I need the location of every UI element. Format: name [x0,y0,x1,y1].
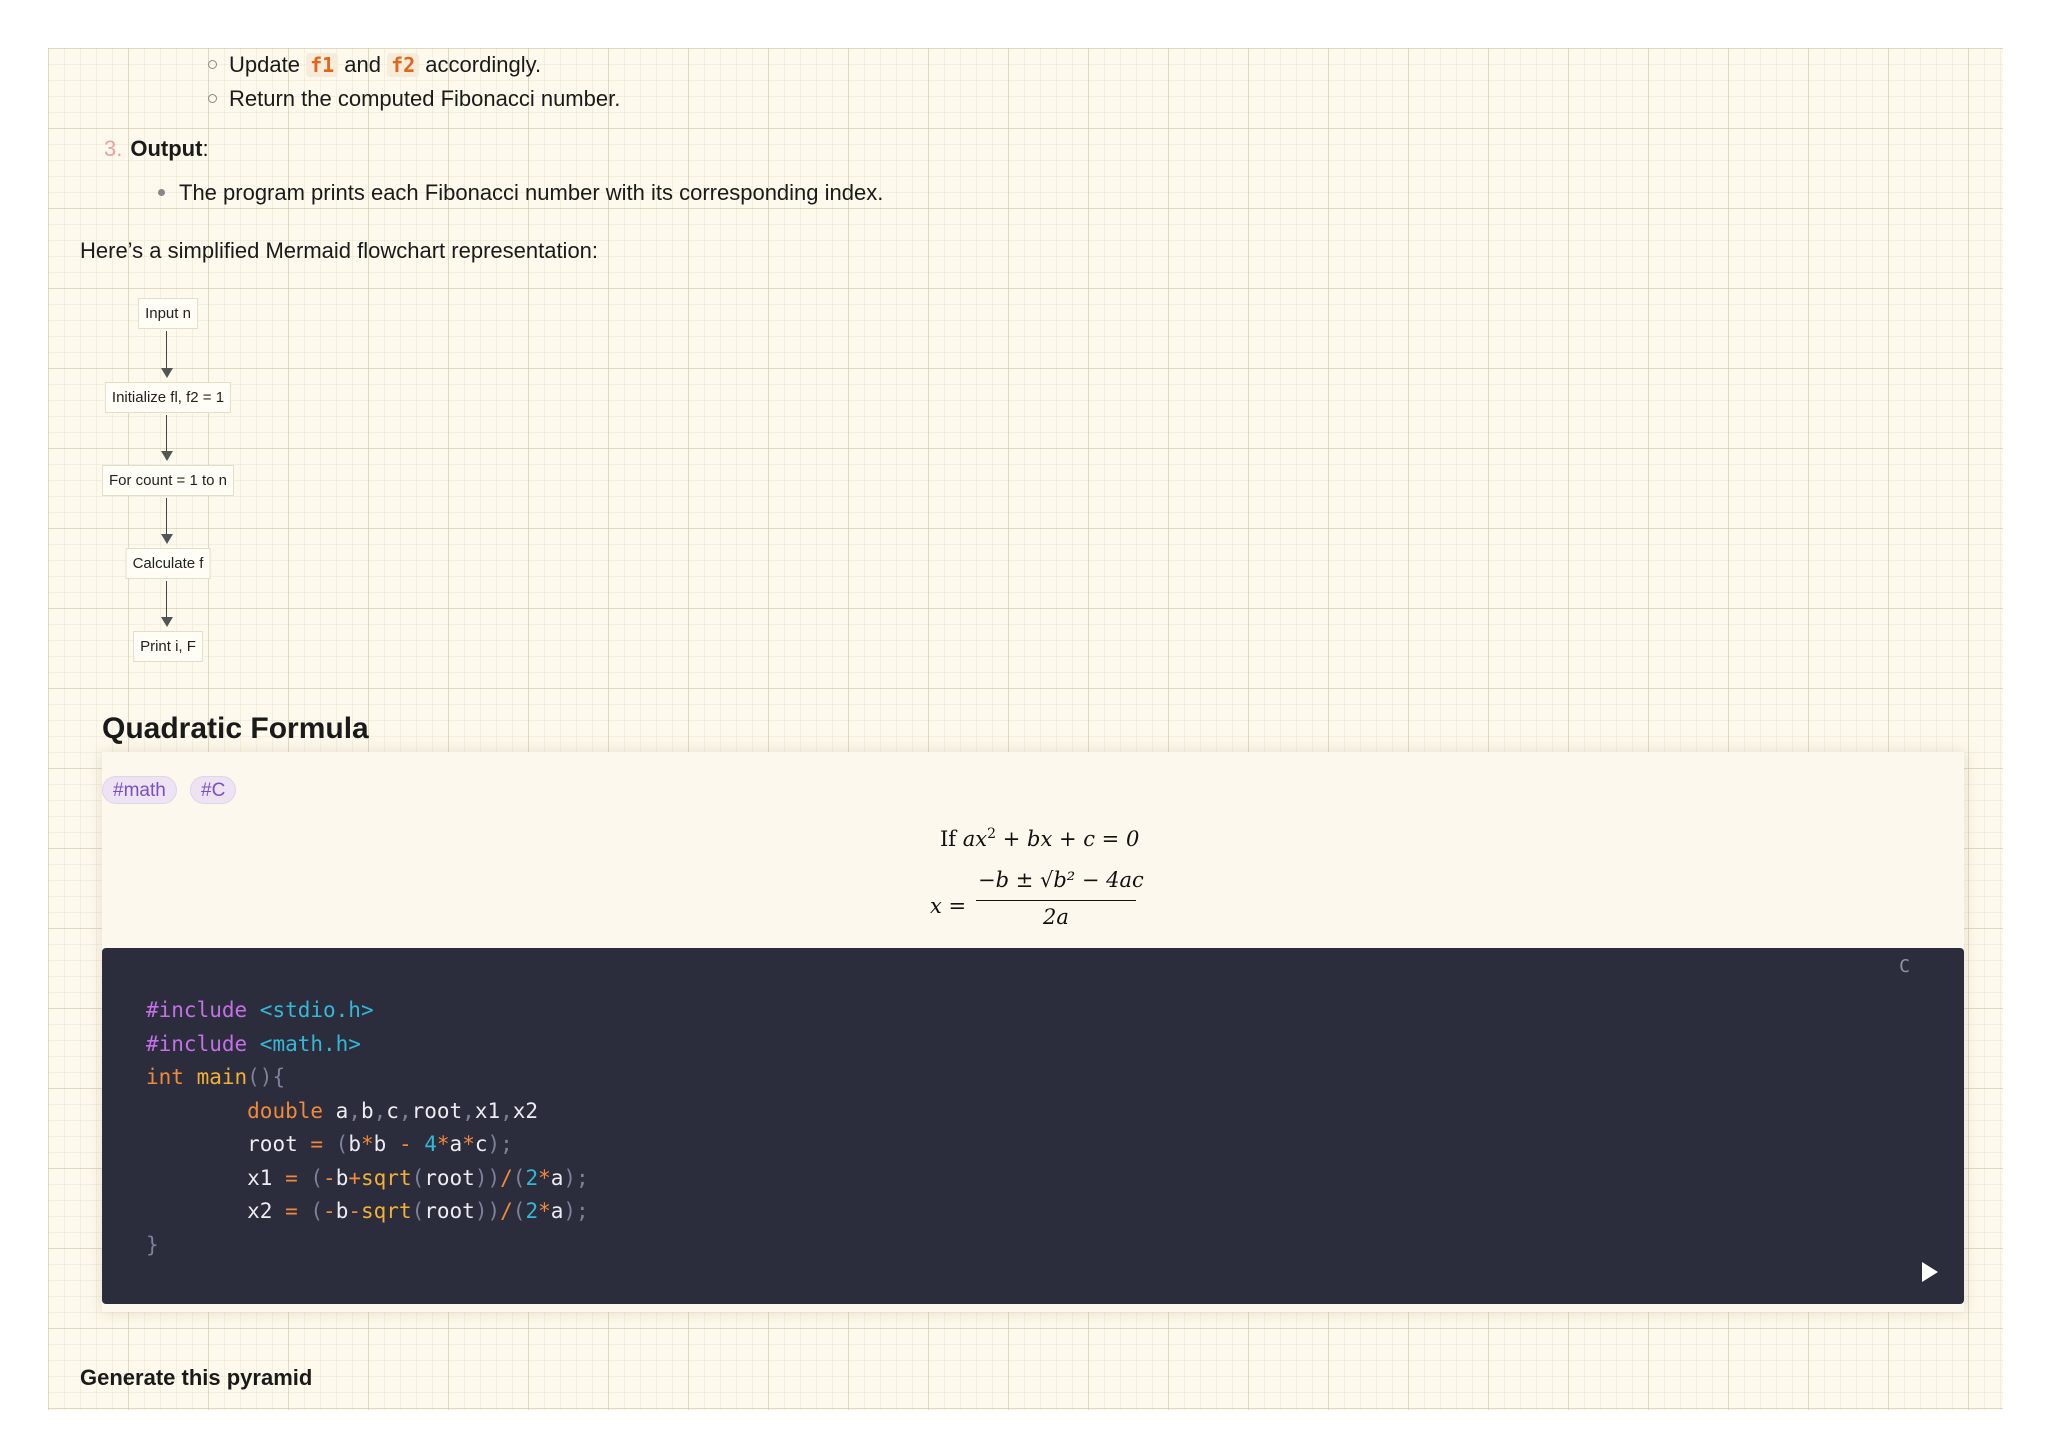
hollow-bullet-icon [208,59,217,69]
equation-x: x = [930,894,967,918]
arrow-head-icon [161,368,173,378]
flow-arrow [166,581,167,621]
code-block[interactable]: C #include <stdio.h> #include <math.h> i… [102,948,1964,1304]
code-language-label: C [1899,956,1910,977]
flow-node: Calculate f [125,548,211,579]
list-item: The program prints each Fibonacci number… [158,178,883,208]
flowchart-intro: Here’s a simplified Mermaid flowchart re… [80,238,599,263]
fraction-bar [976,900,1136,901]
flow-node: Print i, F [133,631,203,662]
fraction-numerator: −b ± √b² − 4ac [978,868,1144,892]
tag-c[interactable]: #C [190,776,237,804]
inline-code: f1 [306,53,339,77]
flow-arrow [166,331,167,371]
equation-line: If ax2 + bx + c = 0 [940,826,1140,851]
flow-node: Initialize fl, f2 = 1 [104,382,232,413]
bullet-icon [158,188,165,196]
code-content[interactable]: #include <stdio.h> #include <math.h> int… [146,994,589,1262]
numbered-item-output: 3. Output: [104,136,209,161]
arrow-head-icon [161,451,173,461]
flow-arrow [166,415,167,455]
hollow-bullet-icon [208,93,217,103]
arrow-head-icon [161,617,173,627]
flow-arrow [166,498,167,538]
flow-node: Input n [138,298,198,329]
list-item: Return the computed Fibonacci number. [208,84,620,114]
run-code-play-icon[interactable] [1922,1262,1938,1282]
section-title: Quadratic Formula [102,712,369,745]
tag-math[interactable]: #math [102,776,177,804]
note-card: #math #C If ax2 + bx + c = 0 x = −b ± √b… [102,752,1964,1312]
inline-code: f2 [387,53,420,77]
note-page: Update f1 and f2 accordingly. Return the… [48,48,2003,1410]
fraction-denominator: 2a [1043,905,1069,929]
section-heading: Generate this pyramid [80,1365,313,1390]
list-item: Update f1 and f2 accordingly. [208,50,541,80]
arrow-head-icon [161,534,173,544]
flow-node: For count = 1 to n [102,465,234,496]
